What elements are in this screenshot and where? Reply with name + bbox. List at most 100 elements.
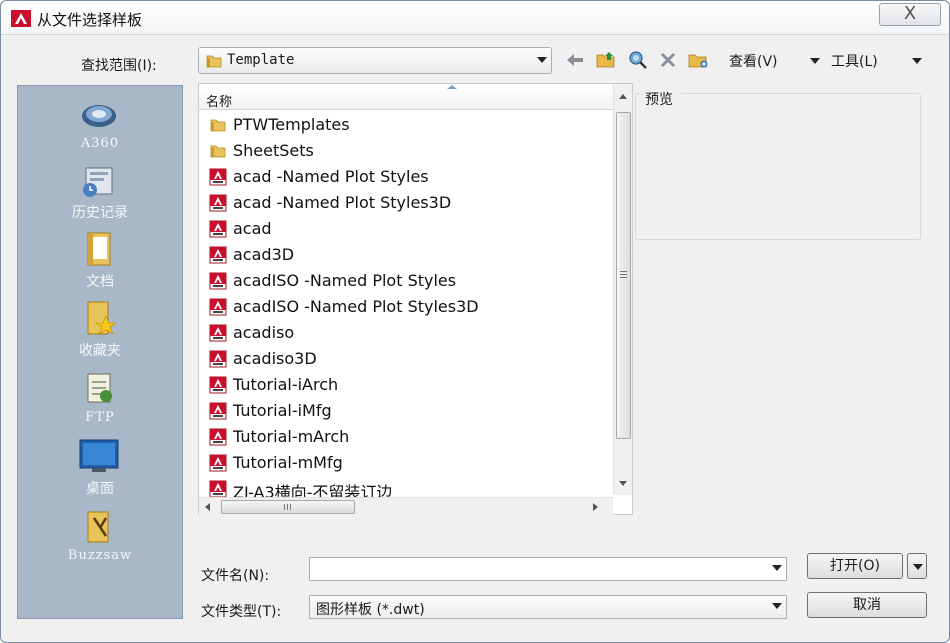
list-item[interactable]: acadISO -Named Plot Styles	[205, 269, 605, 293]
folder-icon	[206, 55, 222, 68]
place-label: 文档	[86, 274, 114, 290]
view-dropdown-arrow-icon[interactable]	[810, 58, 820, 64]
list-item[interactable]: acadiso3D	[205, 347, 605, 371]
list-item[interactable]: acad -Named Plot Styles	[205, 165, 605, 189]
file-name: PTWTemplates	[233, 115, 350, 134]
dwt-file-icon	[209, 220, 227, 238]
up-folder-icon[interactable]	[595, 49, 617, 71]
chevron-down-icon[interactable]	[537, 56, 547, 63]
close-button[interactable]: X	[879, 3, 941, 26]
autocad-logo-icon	[11, 10, 31, 27]
grip-line	[620, 277, 627, 278]
list-item[interactable]: acadiso	[205, 321, 605, 345]
file-name: acad -Named Plot Styles3D	[233, 193, 452, 212]
scroll-up-arrow-icon[interactable]	[619, 94, 627, 99]
dwt-file-icon	[209, 298, 227, 316]
filename-label: 文件名(N):	[201, 568, 270, 584]
file-name: Tutorial-mMfg	[233, 453, 343, 472]
list-item[interactable]: Tutorial-mMfg	[205, 451, 605, 475]
dialog-title: 从文件选择样板	[37, 11, 143, 29]
scroll-left-arrow-icon[interactable]	[205, 503, 210, 511]
dwt-file-icon	[209, 402, 227, 420]
dwt-file-icon	[209, 194, 227, 212]
filename-input[interactable]	[309, 557, 787, 581]
place-documents[interactable]: 文档	[18, 229, 182, 297]
scroll-down-arrow-icon[interactable]	[619, 481, 627, 486]
file-list[interactable]: 名称 PTWTemplates SheetSets acad -Named Plot…	[198, 83, 633, 515]
chevron-down-icon	[913, 564, 923, 570]
filetype-value: 图形样板 (*.dwt)	[316, 602, 425, 618]
places-sidebar: A360 历史记录 文档 收藏夹 FTP 桌面 Buzzsaw	[17, 85, 183, 619]
place-a360[interactable]: A360	[18, 94, 182, 162]
list-item[interactable]: acad3D	[205, 243, 605, 267]
view-menu[interactable]: 查看(V)	[729, 51, 778, 71]
file-name: acad -Named Plot Styles	[233, 167, 429, 186]
vertical-scroll-thumb[interactable]	[616, 112, 631, 439]
place-history[interactable]: 历史记录	[18, 160, 182, 228]
new-folder-icon[interactable]	[687, 49, 709, 71]
file-rows: PTWTemplates SheetSets acad -Named Plot St…	[199, 113, 613, 497]
tools-dropdown-arrow-icon[interactable]	[912, 58, 922, 64]
place-desktop[interactable]: 桌面	[18, 436, 182, 504]
grip-line	[620, 274, 627, 275]
back-arrow-icon[interactable]	[564, 49, 586, 71]
file-name: Tutorial-iMfg	[233, 401, 332, 420]
list-item[interactable]: SheetSets	[205, 139, 605, 163]
title-bar[interactable]: 从文件选择样板 X	[1, 1, 949, 35]
file-name: acad	[233, 219, 272, 238]
column-header-name[interactable]: 名称	[199, 84, 613, 110]
chevron-down-icon[interactable]	[772, 565, 782, 571]
grip-line	[287, 504, 288, 510]
file-name: acadISO -Named Plot Styles	[233, 271, 457, 290]
tools-menu[interactable]: 工具(L)	[831, 51, 878, 71]
column-header-label: 名称	[206, 95, 233, 110]
open-button[interactable]: 打开(O)	[807, 553, 903, 579]
file-name: ZJ-A3横向-不留装订边	[233, 483, 393, 497]
dwt-file-icon	[209, 376, 227, 394]
a360-cloud-icon	[82, 105, 116, 127]
vertical-scrollbar[interactable]	[613, 84, 632, 495]
list-item[interactable]: Tutorial-mArch	[205, 425, 605, 449]
list-item[interactable]: Tutorial-iMfg	[205, 399, 605, 423]
place-favorites[interactable]: 收藏夹	[18, 298, 182, 366]
search-web-icon[interactable]	[627, 49, 649, 71]
cancel-button[interactable]: 取消	[807, 592, 927, 618]
dwt-file-icon	[209, 454, 227, 472]
file-name: acadISO -Named Plot Styles3D	[233, 297, 479, 316]
place-ftp[interactable]: FTP	[18, 368, 182, 436]
place-label: FTP	[85, 410, 115, 425]
scroll-right-arrow-icon[interactable]	[593, 503, 598, 511]
open-options-button[interactable]	[907, 553, 927, 579]
chevron-down-icon[interactable]	[772, 603, 782, 609]
place-label: 历史记录	[72, 205, 128, 221]
documents-folder-icon	[87, 232, 111, 266]
file-name: Tutorial-iArch	[233, 375, 339, 394]
place-label: 桌面	[86, 481, 114, 497]
file-name: acadiso	[233, 323, 295, 342]
preview-label: 预览	[645, 92, 673, 108]
list-item[interactable]: acad	[205, 217, 605, 241]
folder-icon	[209, 142, 227, 160]
file-name: acadiso3D	[233, 349, 317, 368]
list-item[interactable]: Tutorial-iArch	[205, 373, 605, 397]
dwt-file-icon	[209, 246, 227, 264]
lookin-dropdown[interactable]: Template	[198, 47, 552, 74]
list-item[interactable]: ZJ-A3横向-不留装订边	[205, 477, 605, 497]
horizontal-scrollbar[interactable]	[199, 497, 613, 515]
preview-pane	[635, 93, 921, 240]
folder-icon	[209, 116, 227, 134]
place-buzzsaw[interactable]: Buzzsaw	[18, 506, 182, 574]
filetype-dropdown[interactable]: 图形样板 (*.dwt)	[309, 595, 787, 619]
list-item[interactable]: acadISO -Named Plot Styles3D	[205, 295, 605, 319]
dwt-file-icon	[209, 350, 227, 368]
delete-x-icon[interactable]	[657, 49, 679, 71]
list-item[interactable]: PTWTemplates	[205, 113, 605, 137]
horizontal-scroll-thumb[interactable]	[221, 500, 355, 514]
file-name: SheetSets	[233, 141, 314, 160]
dwt-file-icon	[209, 168, 227, 186]
grip-line	[290, 504, 291, 510]
list-item[interactable]: acad -Named Plot Styles3D	[205, 191, 605, 215]
filetype-label: 文件类型(T):	[201, 604, 282, 620]
grip-line	[284, 504, 285, 510]
file-name: acad3D	[233, 245, 295, 264]
